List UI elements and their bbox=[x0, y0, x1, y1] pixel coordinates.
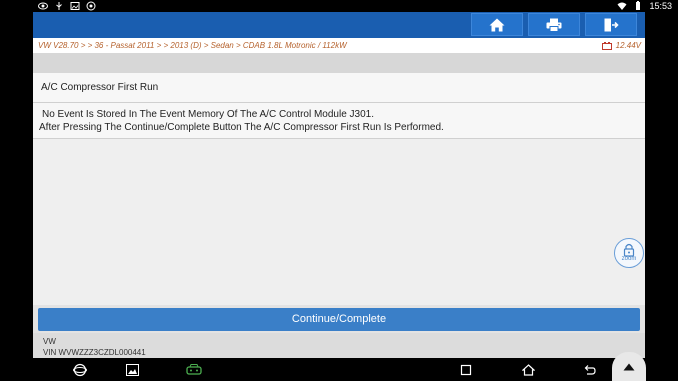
breadcrumb: VW V28.70 > > 36 - Passat 2011 > > 2013 … bbox=[33, 38, 645, 53]
vehicle-make: VW bbox=[43, 337, 56, 346]
browser-nav-button[interactable] bbox=[71, 361, 89, 378]
android-nav-bar bbox=[0, 358, 678, 381]
zoom-button[interactable]: zoom bbox=[614, 238, 644, 268]
triangle-up-icon bbox=[623, 363, 635, 370]
home-nav-icon bbox=[521, 363, 535, 376]
vehicle-vin: VIN WVWZZZ3CZDL000441 bbox=[43, 348, 146, 357]
header-band bbox=[33, 53, 645, 73]
vci-icon bbox=[186, 363, 202, 375]
function-title: A/C Compressor First Run bbox=[41, 82, 159, 93]
exit-icon bbox=[604, 18, 619, 31]
message-line-2: After Pressing The Continue/Complete But… bbox=[39, 122, 444, 133]
image-icon bbox=[70, 2, 80, 10]
zoom-label: zoom bbox=[621, 256, 637, 262]
vehicle-info: VW VIN WVWZZZ3CZDL000441 bbox=[33, 333, 645, 358]
home-icon bbox=[489, 18, 505, 31]
eye-icon bbox=[38, 2, 48, 10]
battery-voltage: 12.44V bbox=[601, 38, 641, 53]
exit-button[interactable] bbox=[585, 13, 637, 36]
continue-complete-button[interactable]: Continue/Complete bbox=[38, 308, 640, 331]
home-nav-button[interactable] bbox=[519, 361, 537, 378]
breadcrumb-path: VW V28.70 > > 36 - Passat 2011 > > 2013 … bbox=[38, 41, 347, 50]
vci-nav-button[interactable] bbox=[185, 361, 203, 378]
status-bar: 15:53 bbox=[0, 0, 678, 12]
status-bar-left-icons bbox=[38, 0, 96, 12]
battery-icon bbox=[636, 1, 641, 10]
diagnostic-app: VW V28.70 > > 36 - Passat 2011 > > 2013 … bbox=[33, 12, 645, 358]
top-toolbar bbox=[33, 12, 645, 38]
function-title-row: A/C Compressor First Run bbox=[33, 73, 645, 103]
recent-apps-button[interactable] bbox=[457, 361, 475, 378]
home-button[interactable] bbox=[471, 13, 523, 36]
gallery-nav-button[interactable] bbox=[123, 361, 141, 378]
status-time: 15:53 bbox=[649, 1, 672, 11]
browser-icon bbox=[73, 363, 87, 376]
status-bar-right: 15:53 bbox=[617, 0, 672, 12]
print-button[interactable] bbox=[528, 13, 580, 36]
back-icon bbox=[584, 364, 596, 375]
car-battery-icon bbox=[601, 41, 612, 50]
recent-apps-icon bbox=[460, 364, 472, 375]
function-message: No Event Is Stored In The Event Memory O… bbox=[33, 103, 645, 139]
wifi-icon bbox=[617, 2, 627, 10]
back-nav-button[interactable] bbox=[580, 361, 598, 378]
voltage-value: 12.44V bbox=[615, 41, 641, 50]
collapse-bar-button[interactable] bbox=[612, 352, 646, 381]
action-bar: Continue/Complete bbox=[33, 305, 645, 333]
gallery-icon bbox=[125, 363, 139, 376]
function-content: A/C Compressor First Run No Event Is Sto… bbox=[33, 73, 645, 305]
android-icon bbox=[86, 1, 96, 11]
usb-icon bbox=[56, 2, 62, 10]
message-line-1: No Event Is Stored In The Event Memory O… bbox=[42, 109, 375, 120]
print-icon bbox=[546, 18, 562, 32]
